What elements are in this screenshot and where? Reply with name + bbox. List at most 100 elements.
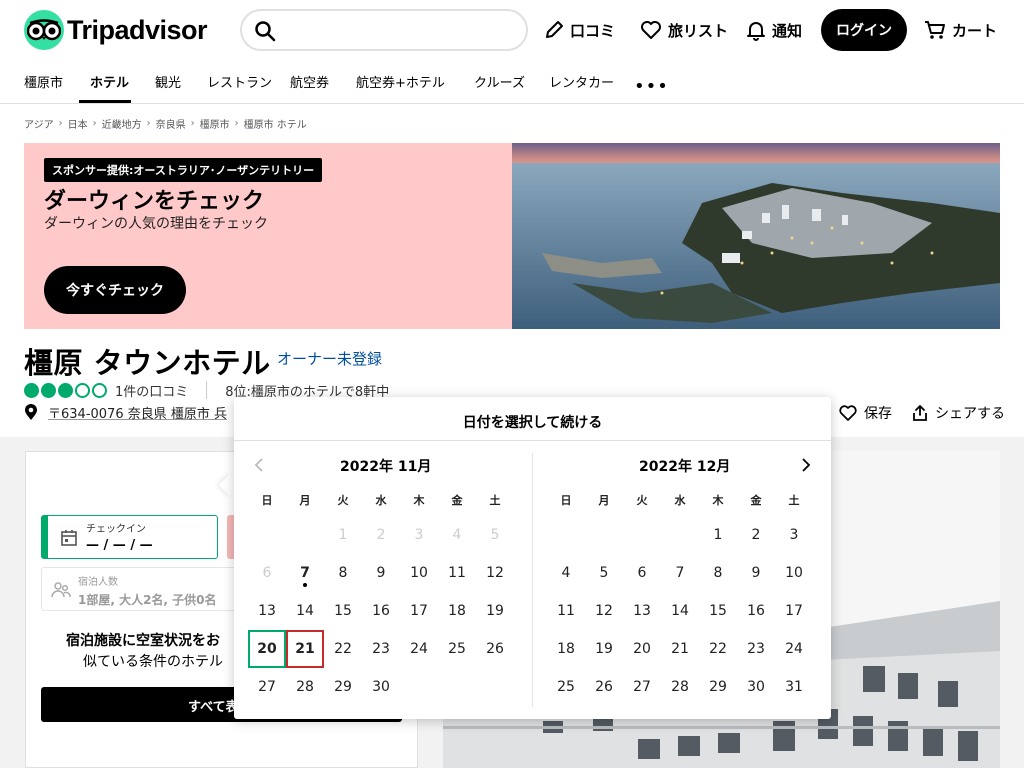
calendar-day[interactable]: 25 bbox=[547, 668, 585, 706]
breadcrumb-item[interactable]: 橿原市 bbox=[200, 116, 230, 131]
alerts-nav-label: 通知 bbox=[772, 21, 803, 40]
calendar-day[interactable]: 2 bbox=[737, 516, 775, 554]
calendar-day[interactable]: 14 bbox=[661, 592, 699, 630]
calendar-day[interactable]: 17 bbox=[400, 592, 438, 630]
calendar-day[interactable]: 8 bbox=[699, 554, 737, 592]
hotel-name: 橿原 タウンホテル bbox=[24, 346, 271, 380]
calendar-day[interactable]: 18 bbox=[547, 630, 585, 668]
calendar-day[interactable]: 22 bbox=[324, 630, 362, 668]
trips-nav-button[interactable]: 旅リスト bbox=[639, 18, 728, 42]
calendar-day[interactable]: 13 bbox=[248, 592, 286, 630]
subnav-item-hotels[interactable]: ホテル bbox=[90, 72, 129, 91]
more-menu-button[interactable]: ••• bbox=[634, 76, 669, 97]
availability-prompt: 宿泊施設に空室状況をお bbox=[66, 633, 220, 649]
owner-unregistered-link[interactable]: オーナー未登録 bbox=[277, 348, 382, 369]
calendar-day[interactable]: 12 bbox=[476, 554, 514, 592]
subnav-item-city[interactable]: 橿原市 bbox=[24, 72, 63, 91]
subnav-item-flight-hotel[interactable]: 航空券+ホテル bbox=[356, 72, 445, 91]
login-button[interactable]: ログイン bbox=[821, 9, 907, 51]
prev-month-chevron-icon[interactable] bbox=[252, 457, 266, 473]
sponsored-banner[interactable]: スポンサー提供:オーストラリア･ノーザンテリトリー ダーウィンをチェック ダーウ… bbox=[24, 143, 1000, 329]
calendar-day[interactable]: 9 bbox=[737, 554, 775, 592]
calendar-day[interactable]: 13 bbox=[623, 592, 661, 630]
breadcrumb-item[interactable]: 日本 bbox=[68, 116, 88, 131]
calendar-day[interactable]: 21 bbox=[661, 630, 699, 668]
calendar-day[interactable]: 6 bbox=[623, 554, 661, 592]
calendar-day[interactable]: 29 bbox=[699, 668, 737, 706]
subnav-item-flights[interactable]: 航空券 bbox=[290, 72, 329, 91]
calendar-day[interactable]: 7 bbox=[286, 554, 324, 592]
cart-nav-button[interactable]: カート bbox=[923, 18, 997, 42]
category-nav: 橿原市 ホテル 観光 レストラン 航空券 航空券+ホテル クルーズ レンタカー bbox=[0, 62, 1024, 104]
calendar-day[interactable]: 12 bbox=[585, 592, 623, 630]
next-month-chevron-icon[interactable] bbox=[799, 457, 813, 473]
calendar-day[interactable]: 26 bbox=[476, 630, 514, 668]
alerts-nav-button[interactable]: 通知 bbox=[745, 18, 802, 42]
owl-logo-icon bbox=[24, 10, 64, 50]
calendar-day[interactable]: 28 bbox=[286, 668, 324, 706]
calendar-day[interactable]: 24 bbox=[400, 630, 438, 668]
calendar-day-checkin[interactable]: 20 bbox=[248, 630, 286, 668]
calendar-day[interactable]: 18 bbox=[438, 592, 476, 630]
breadcrumb-item[interactable]: 奈良県 bbox=[156, 116, 186, 131]
share-label: シェアする bbox=[935, 406, 1005, 422]
calendar-day[interactable]: 8 bbox=[324, 554, 362, 592]
rating-bubbles[interactable] bbox=[24, 382, 109, 398]
calendar-day[interactable]: 5 bbox=[585, 554, 623, 592]
calendar-day[interactable]: 23 bbox=[737, 630, 775, 668]
review-count-link[interactable]: 1件の口コミ bbox=[115, 381, 188, 400]
subnav-item-attractions[interactable]: 観光 bbox=[155, 72, 181, 91]
calendar-day[interactable]: 4 bbox=[547, 554, 585, 592]
calendar-day[interactable]: 15 bbox=[699, 592, 737, 630]
breadcrumb-item[interactable]: 近畿地方 bbox=[102, 116, 142, 131]
calendar-day[interactable]: 17 bbox=[775, 592, 813, 630]
reviews-nav-button[interactable]: 口コミ bbox=[543, 18, 615, 42]
banner-cta-button[interactable]: 今すぐチェック bbox=[44, 266, 186, 314]
calendar-day[interactable]: 7 bbox=[661, 554, 699, 592]
calendar-day[interactable]: 11 bbox=[547, 592, 585, 630]
weekday-header: 土 bbox=[788, 494, 800, 507]
breadcrumb-item[interactable]: アジア bbox=[24, 116, 54, 131]
calendar-day[interactable]: 30 bbox=[362, 668, 400, 706]
calendar-day[interactable]: 20 bbox=[623, 630, 661, 668]
calendar-day[interactable]: 16 bbox=[737, 592, 775, 630]
subnav-item-restaurants[interactable]: レストラン bbox=[207, 72, 272, 91]
tripadvisor-logo[interactable]: Tripadvisor bbox=[24, 10, 208, 50]
map-pin-icon bbox=[25, 404, 37, 420]
calendar-day[interactable]: 25 bbox=[438, 630, 476, 668]
search-input[interactable] bbox=[240, 9, 528, 51]
calendar-day[interactable]: 15 bbox=[324, 592, 362, 630]
checkin-date-field[interactable]: チェックイン — / — / — bbox=[41, 515, 218, 559]
guests-field[interactable]: 宿泊人数 1部屋, 大人2名, 子供0名 bbox=[41, 567, 237, 611]
calendar-day[interactable]: 14 bbox=[286, 592, 324, 630]
calendar-day[interactable]: 9 bbox=[362, 554, 400, 592]
subnav-item-rental-cars[interactable]: レンタカー bbox=[549, 72, 614, 91]
subnav-item-cruises[interactable]: クルーズ bbox=[474, 72, 525, 91]
calendar-day[interactable]: 26 bbox=[585, 668, 623, 706]
breadcrumb-item[interactable]: 橿原市 ホテル bbox=[244, 116, 307, 131]
calendar-day[interactable]: 31 bbox=[775, 668, 813, 706]
calendar-day[interactable]: 16 bbox=[362, 592, 400, 630]
calendar-day[interactable]: 30 bbox=[737, 668, 775, 706]
save-button[interactable]: 保存 bbox=[838, 403, 892, 423]
share-button[interactable]: シェアする bbox=[911, 403, 1005, 423]
calendar-day: 2 bbox=[376, 527, 386, 543]
calendar-day[interactable]: 23 bbox=[362, 630, 400, 668]
calendar-day-checkout[interactable]: 21 bbox=[286, 630, 324, 668]
calendar-day[interactable]: 3 bbox=[775, 516, 813, 554]
calendar-day[interactable]: 28 bbox=[661, 668, 699, 706]
calendar-day[interactable]: 19 bbox=[476, 592, 514, 630]
calendar-day[interactable]: 10 bbox=[400, 554, 438, 592]
guests-label: 宿泊人数 bbox=[78, 577, 118, 588]
calendar-day[interactable]: 11 bbox=[438, 554, 476, 592]
calendar-day[interactable]: 29 bbox=[324, 668, 362, 706]
hotel-address-link[interactable]: 〒634-0076 奈良県 橿原市 兵 bbox=[48, 403, 227, 422]
calendar-day[interactable]: 27 bbox=[248, 668, 286, 706]
calendar-day[interactable]: 19 bbox=[585, 630, 623, 668]
calendar-day[interactable]: 22 bbox=[699, 630, 737, 668]
calendar-day[interactable]: 24 bbox=[775, 630, 813, 668]
banner-subtitle: ダーウィンの人気の理由をチェック bbox=[44, 216, 268, 232]
calendar-day[interactable]: 10 bbox=[775, 554, 813, 592]
calendar-day[interactable]: 1 bbox=[699, 516, 737, 554]
calendar-day[interactable]: 27 bbox=[623, 668, 661, 706]
